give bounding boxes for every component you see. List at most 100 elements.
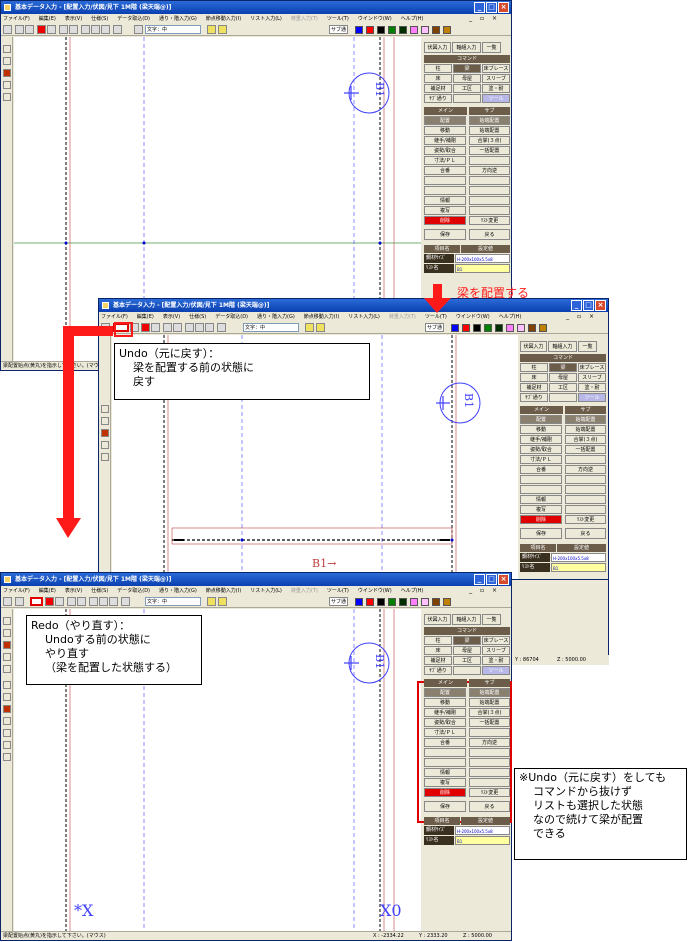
zoom-fit-icon[interactable] — [205, 323, 214, 332]
color-swatch-blue[interactable] — [355, 598, 363, 606]
main-item-8[interactable]: 情報 — [520, 495, 562, 504]
main-item-8[interactable]: 情報 — [424, 196, 466, 205]
pen-icon[interactable] — [55, 597, 64, 606]
menu-help[interactable]: ヘルプ(H) — [401, 16, 424, 22]
command-button-5[interactable]: スリーブ — [482, 646, 510, 655]
menu-file[interactable]: ファイル(F) — [3, 588, 30, 594]
menu-grid[interactable]: 通り・階入力(G) — [159, 16, 197, 22]
command-button-9[interactable]: ｻﾌﾞ通り — [520, 393, 548, 402]
color-swatch-lightpink[interactable] — [517, 324, 525, 332]
color-swatch-brown[interactable] — [528, 324, 536, 332]
main-item-8[interactable]: 情報 — [424, 768, 466, 777]
tool-icon[interactable] — [101, 453, 109, 461]
menu-file[interactable]: ファイル(F) — [3, 16, 30, 22]
color-swatch-black[interactable] — [473, 324, 481, 332]
command-button-0[interactable]: 柱 — [424, 636, 452, 645]
sub-item-2[interactable]: 合掌(３点) — [469, 136, 510, 145]
command-button-6[interactable]: 補足材 — [424, 656, 452, 665]
print-icon[interactable] — [69, 25, 78, 34]
sub-item-6[interactable] — [565, 475, 606, 484]
sub-item-9[interactable] — [469, 206, 510, 215]
print-icon[interactable] — [77, 597, 86, 606]
main-item-6[interactable] — [424, 748, 466, 757]
color-swatch-red[interactable] — [462, 324, 470, 332]
command-button-0[interactable]: 柱 — [520, 363, 548, 372]
tool-icon[interactable] — [3, 93, 11, 101]
main-item-0[interactable]: 配置 — [520, 415, 562, 424]
tool-icon[interactable] — [3, 617, 11, 625]
sub-item-2[interactable]: 合掌(３点) — [469, 708, 510, 717]
tool-icon[interactable] — [3, 753, 11, 761]
sub-item-2[interactable]: 合掌(３点) — [565, 435, 606, 444]
menu-tool[interactable]: ツール(T) — [327, 588, 349, 594]
measure-icon[interactable] — [218, 597, 227, 606]
mdi-controls[interactable]: _ ▫ × — [469, 14, 500, 24]
sub-item-3[interactable]: 一括配置 — [565, 445, 606, 454]
menu-list[interactable]: リスト入力(L) — [250, 588, 282, 594]
command-button-11[interactable]: ツール — [482, 94, 510, 103]
main-item-7[interactable] — [424, 758, 466, 767]
tab-1[interactable]: 軸組入力 — [548, 341, 577, 352]
command-button-2[interactable]: 床ブレース — [482, 64, 510, 73]
tab-2[interactable]: 一覧 — [482, 614, 501, 625]
main-item-1[interactable]: 移動 — [520, 425, 562, 434]
menu-window[interactable]: ウインドウ(W) — [358, 588, 392, 594]
command-button-3[interactable]: 床 — [520, 373, 548, 382]
command-button-10[interactable] — [453, 666, 481, 675]
menu-edit[interactable]: 編集(E) — [39, 588, 56, 594]
grid-icon[interactable] — [67, 597, 76, 606]
menu-load[interactable]: 荷重入力(T) — [291, 16, 318, 22]
tool-icon[interactable] — [3, 81, 11, 89]
color-swatch-black[interactable] — [377, 598, 385, 606]
font-size-select[interactable]: 文字：中 — [243, 323, 299, 332]
menu-grid[interactable]: 通り・階入力(G) — [159, 588, 197, 594]
pin-icon[interactable] — [305, 323, 314, 332]
measure-icon[interactable] — [316, 323, 325, 332]
command-button-2[interactable]: 床ブレース — [482, 636, 510, 645]
save-icon[interactable] — [3, 25, 12, 34]
sub-item-10[interactable]: ﾘｽﾄ変更 — [469, 788, 510, 797]
command-button-3[interactable]: 床 — [424, 74, 452, 83]
command-button-9[interactable]: ｻﾌﾞ通り — [424, 666, 452, 675]
color-swatch-red[interactable] — [366, 26, 374, 34]
tab-2[interactable]: 一覧 — [578, 341, 597, 352]
command-button-11[interactable]: ツール — [482, 666, 510, 675]
menu-spec[interactable]: 仕様(S) — [189, 314, 206, 320]
menu-window[interactable]: ウインドウ(W) — [456, 314, 490, 320]
main-item-3[interactable]: 姿勢/取合 — [424, 146, 466, 155]
close-button[interactable]: × — [498, 2, 509, 13]
menu-import[interactable]: データ取込(D) — [117, 588, 150, 594]
main-item-4[interactable]: 寸法/ＰＬ — [424, 728, 466, 737]
sub-grid-toggle[interactable]: サブ通 — [329, 597, 349, 606]
main-item-10[interactable]: 削除 — [424, 216, 466, 225]
undo-icon[interactable] — [113, 323, 129, 332]
sub-grid-toggle[interactable]: サブ通 — [425, 323, 445, 332]
command-button-9[interactable]: ｻﾌﾞ通り — [424, 94, 452, 103]
command-button-8[interactable]: 塗・耐 — [482, 656, 510, 665]
close-button[interactable]: × — [498, 574, 509, 585]
sub-item-1[interactable]: 始端配置 — [565, 425, 606, 434]
zoom-out-icon[interactable] — [91, 25, 100, 34]
main-item-3[interactable]: 姿勢/取合 — [424, 718, 466, 727]
command-button-8[interactable]: 塗・耐 — [578, 383, 606, 392]
sub-item-3[interactable]: 一括配置 — [469, 146, 510, 155]
command-button-7[interactable]: 工区 — [549, 383, 577, 392]
tool-icon[interactable] — [3, 681, 11, 689]
command-button-3[interactable]: 床 — [424, 646, 452, 655]
zoom-icon[interactable] — [121, 597, 130, 606]
zoom-icon[interactable] — [113, 25, 122, 34]
menu-view[interactable]: 表示(V) — [163, 314, 180, 320]
menu-grid[interactable]: 通り・階入力(G) — [257, 314, 295, 320]
sub-item-4[interactable] — [469, 728, 510, 737]
color-swatch-black[interactable] — [377, 26, 385, 34]
main-item-5[interactable]: 合番 — [424, 166, 466, 175]
color-swatch-brown[interactable] — [432, 26, 440, 34]
mdi-controls[interactable]: _ ▫ × — [566, 312, 597, 322]
sub-item-8[interactable] — [565, 495, 606, 504]
sub-item-10[interactable]: ﾘｽﾄ変更 — [565, 515, 606, 524]
close-button[interactable]: × — [595, 300, 606, 311]
color-swatch-orange[interactable] — [443, 598, 451, 606]
back-button[interactable]: 戻る — [469, 801, 510, 812]
minimize-button[interactable]: _ — [474, 574, 485, 585]
row-value-size[interactable]: H-200x100x5.5x8 — [455, 826, 510, 835]
